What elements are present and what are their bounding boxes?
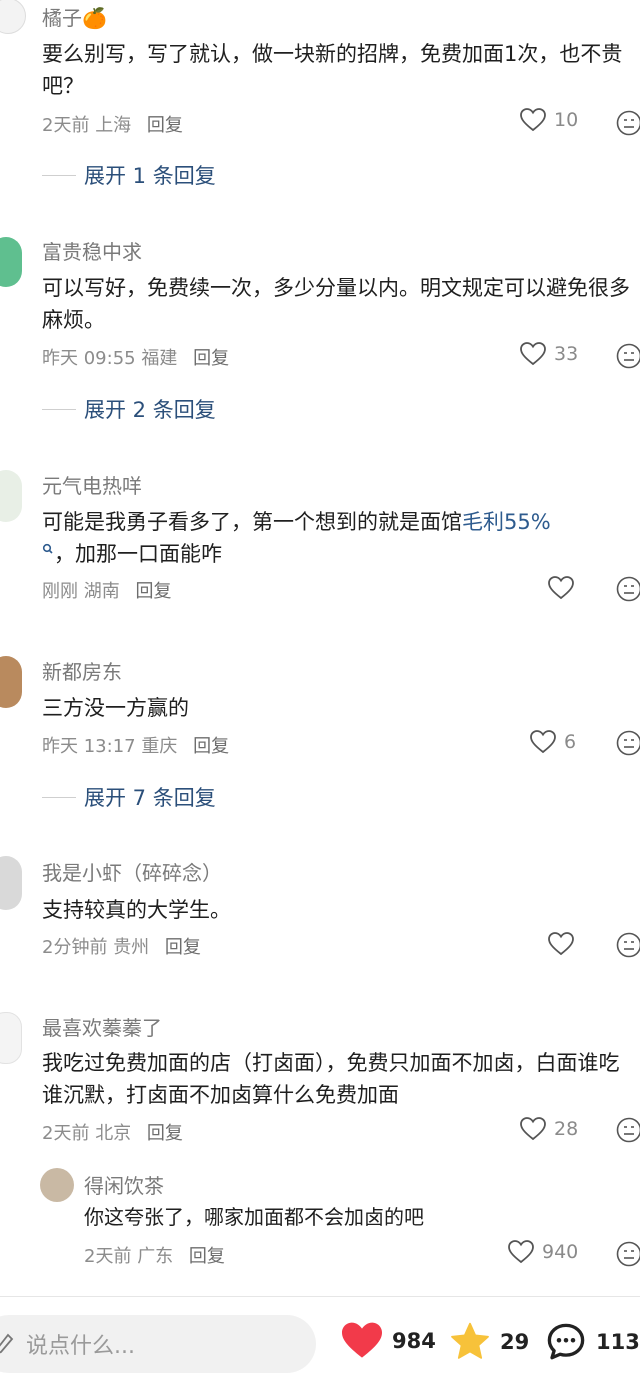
comment-author[interactable]: 新都房东 xyxy=(42,656,122,685)
comment-meta: 刚刚 湖南 回复 xyxy=(42,581,172,602)
reply-author[interactable]: 得闲饮茶 xyxy=(84,1170,164,1199)
reply-button[interactable]: 回复 xyxy=(193,348,229,369)
like-button[interactable]: 28 xyxy=(520,1117,578,1141)
comment-total: 1134 xyxy=(596,1330,640,1354)
like-count: 10 xyxy=(554,109,579,131)
pen-icon xyxy=(0,1333,14,1354)
expand-line xyxy=(42,408,76,410)
heart-filled-icon xyxy=(342,1322,382,1358)
comment-author[interactable]: 我是小虾（碎碎念） xyxy=(42,857,222,886)
heart-outline-icon xyxy=(548,576,574,600)
expand-replies[interactable]: 展开 7 条回复 xyxy=(42,782,216,812)
comment-count-button[interactable]: 1134 xyxy=(544,1321,640,1363)
comment-author[interactable]: 元气电热咩 xyxy=(42,470,142,499)
reply-button[interactable]: 回复 xyxy=(193,736,229,757)
search-small-icon[interactable] xyxy=(42,543,54,555)
comment-text: 支持较真的大学生。 xyxy=(42,898,231,922)
comment-meta: 昨天 09:55 福建 回复 xyxy=(42,348,230,369)
favorite-button[interactable]: 29 xyxy=(448,1321,529,1363)
comment-author[interactable]: 橘子🍊 xyxy=(42,2,107,31)
like-button[interactable]: 10 xyxy=(520,108,578,132)
comment-text: 要么别写，写了就认，做一块新的招牌，免费加面1次，也不贵吧？ xyxy=(42,42,623,98)
reply-button[interactable]: 回复 xyxy=(189,1246,225,1267)
like-button[interactable] xyxy=(548,932,574,956)
dislike-face-icon[interactable] xyxy=(616,1117,640,1143)
comment-author[interactable]: 富贵稳中求 xyxy=(42,236,142,265)
avatar[interactable] xyxy=(40,1168,74,1202)
search-link[interactable]: 毛利55% xyxy=(462,510,551,534)
star-filled-icon xyxy=(451,1322,489,1359)
avatar[interactable] xyxy=(0,1012,22,1064)
comment-meta: 昨天 13:17 重庆 回复 xyxy=(42,736,230,757)
like-count: 28 xyxy=(554,1118,579,1140)
reply-button[interactable]: 回复 xyxy=(147,115,183,136)
heart-outline-icon xyxy=(530,730,556,754)
heart-outline-icon xyxy=(520,108,546,132)
like-button[interactable] xyxy=(548,576,574,600)
comment-text: 我吃过免费加面的店（打卤面），免费只加面不加卤，白面谁吃谁沉默，打卤面不加卤算什… xyxy=(42,1051,620,1107)
like-button[interactable]: 940 xyxy=(508,1240,578,1264)
avatar[interactable] xyxy=(0,856,22,910)
avatar[interactable] xyxy=(0,470,22,522)
dislike-face-icon[interactable] xyxy=(616,343,640,369)
reply-button[interactable]: 回复 xyxy=(165,937,201,958)
expand-replies[interactable]: 展开 2 条回复 xyxy=(42,394,216,424)
dislike-face-icon[interactable] xyxy=(616,1241,640,1267)
comment-placeholder: 说点什么... xyxy=(26,1334,135,1359)
expand-replies[interactable]: 展开 1 条回复 xyxy=(42,160,216,190)
like-button[interactable]: 6 xyxy=(530,730,576,754)
reply-button[interactable]: 回复 xyxy=(135,581,171,602)
expand-line xyxy=(42,796,76,798)
like-button[interactable]: 33 xyxy=(520,342,578,366)
comment-text: 三方没一方赢的 xyxy=(42,696,189,720)
heart-outline-icon xyxy=(520,1117,546,1141)
comment-meta: 2分钟前 贵州 回复 xyxy=(42,937,201,958)
reply-button[interactable]: 回复 xyxy=(147,1123,183,1144)
comment-text: 可能是我勇子看多了，第一个想到的就是面馆毛利55% ，加那一口面能咋 xyxy=(42,510,551,566)
like-post-button[interactable]: 984 xyxy=(340,1321,436,1361)
chat-bubble-icon xyxy=(547,1323,585,1360)
dislike-face-icon[interactable] xyxy=(616,932,640,958)
comment-meta: 2天前 上海 回复 xyxy=(42,115,183,136)
avatar[interactable] xyxy=(0,237,22,287)
bottom-bar: 说点什么... 984 29 1134 xyxy=(0,1297,640,1389)
expand-line xyxy=(42,174,76,176)
comment-meta: 2天前 北京 回复 xyxy=(42,1123,183,1144)
comment-text: 可以写好，免费续一次，多少分量以内。明文规定可以避免很多麻烦。 xyxy=(42,276,630,332)
heart-outline-icon xyxy=(548,932,574,956)
dislike-face-icon[interactable] xyxy=(616,110,640,136)
comment-input[interactable]: 说点什么... xyxy=(0,1315,316,1373)
reply-text: 你这夸张了，哪家加面都不会加卤的吧 xyxy=(84,1205,424,1229)
reply-meta: 2天前 广东 回复 xyxy=(84,1246,225,1267)
like-count: 6 xyxy=(564,731,577,753)
like-count: 940 xyxy=(542,1241,579,1263)
avatar[interactable] xyxy=(0,656,22,708)
like-count: 33 xyxy=(554,343,579,365)
star-total: 29 xyxy=(500,1330,530,1354)
dislike-face-icon[interactable] xyxy=(616,576,640,602)
avatar[interactable] xyxy=(0,0,26,34)
dislike-face-icon[interactable] xyxy=(616,730,640,756)
heart-outline-icon xyxy=(508,1240,534,1264)
heart-outline-icon xyxy=(520,342,546,366)
comment-author[interactable]: 最喜欢蓁蓁了 xyxy=(42,1012,162,1041)
like-total: 984 xyxy=(392,1329,436,1353)
